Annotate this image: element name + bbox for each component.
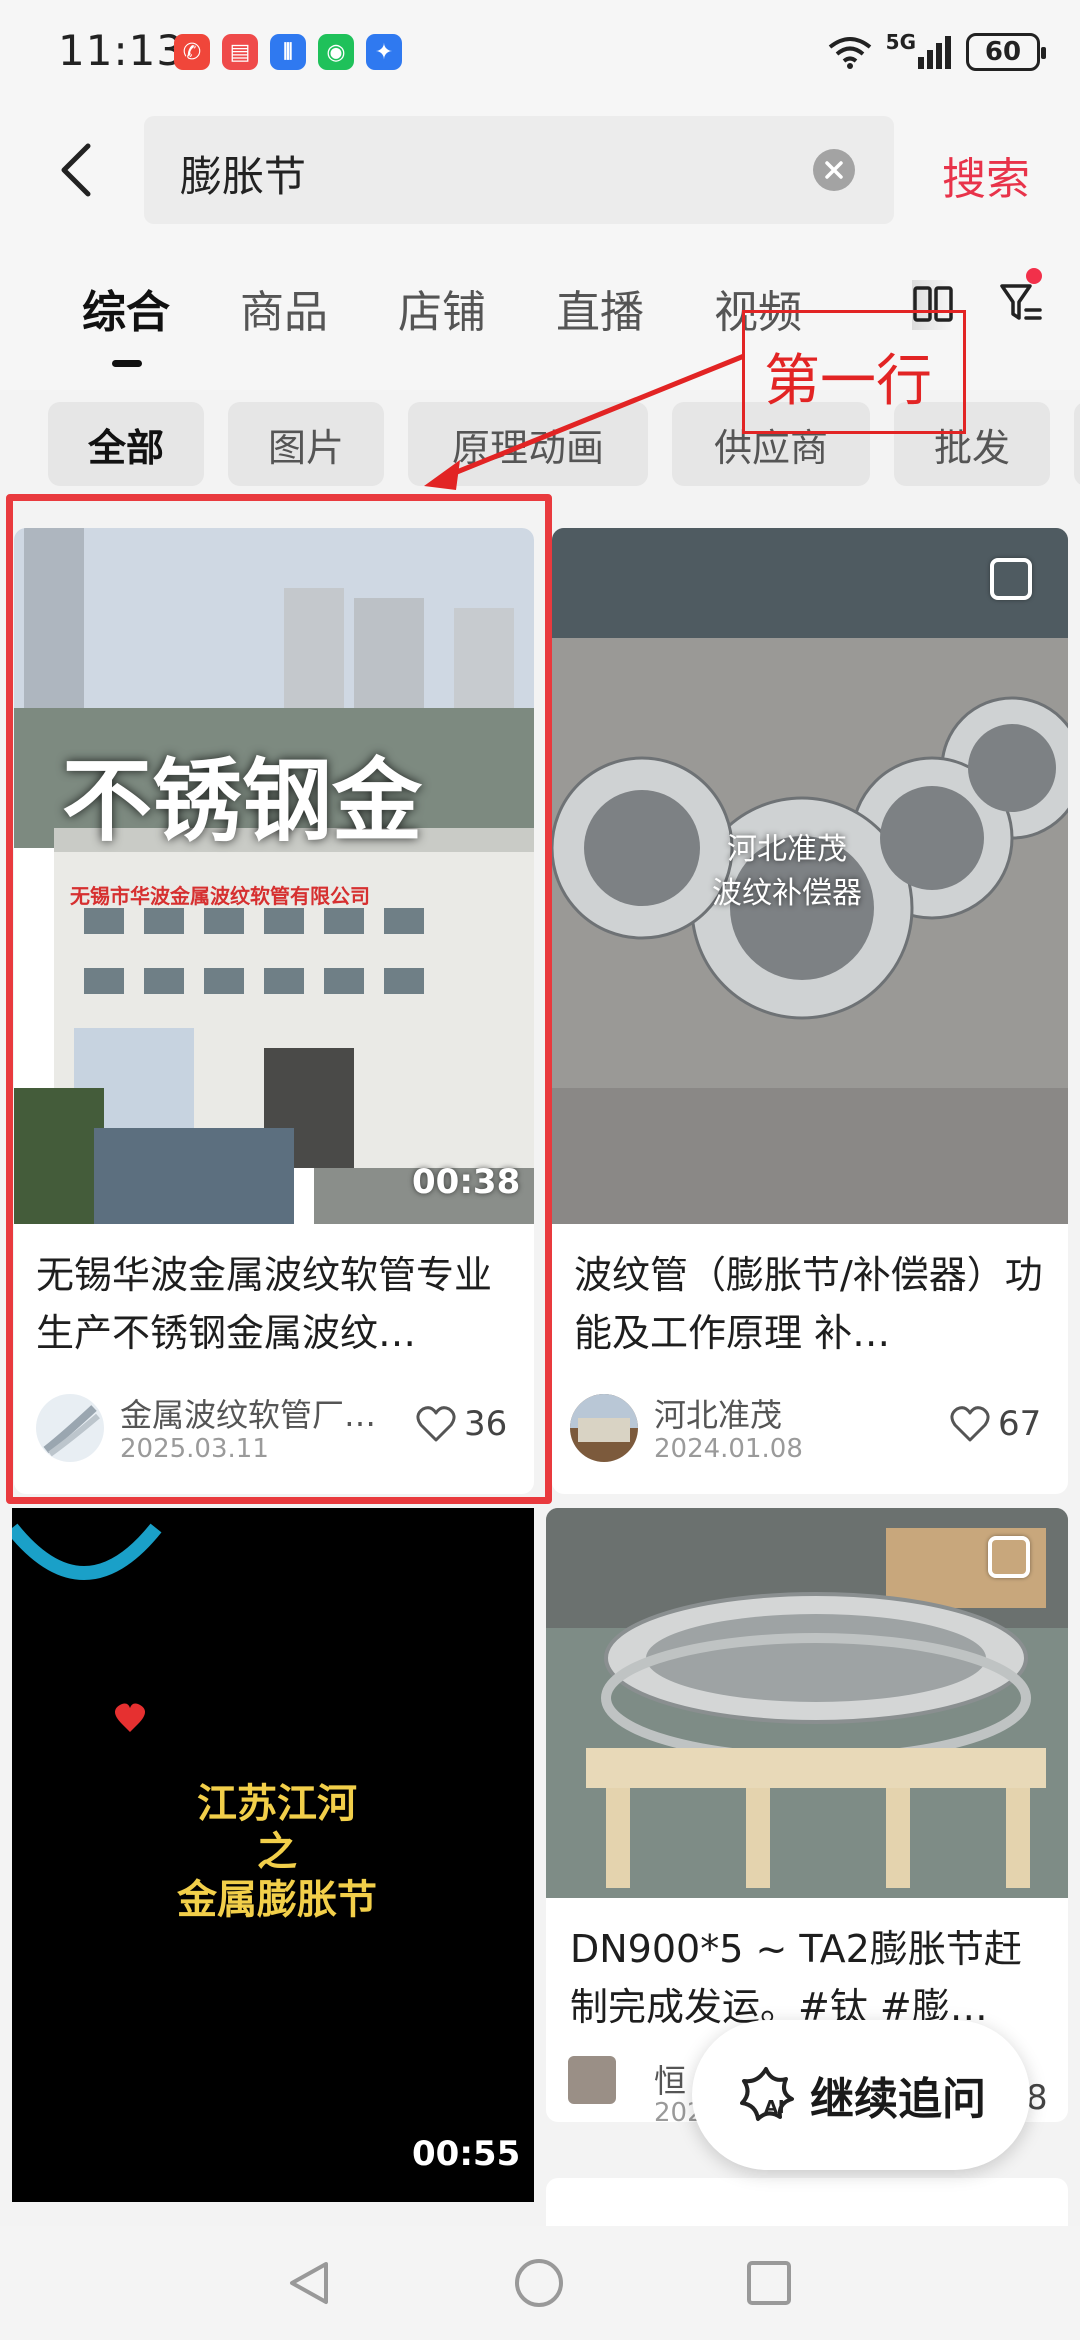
bulb-app-icon: ✦ <box>366 34 402 70</box>
battery-indicator: 60 <box>966 33 1046 71</box>
chip-all[interactable]: 全部 <box>48 402 204 486</box>
card-4-title[interactable]: DN900*5 ~ TA2膨胀节赶制完成发运。#钛 #膨… <box>570 1920 1050 2036</box>
network-type: 5G <box>885 30 916 54</box>
result-card-3[interactable]: 江苏江河 之 金属膨胀节 00:55 <box>12 1508 534 2202</box>
annotation-label: 第一行 <box>764 349 932 414</box>
highlight-first-row <box>6 494 552 1504</box>
chip-principle-animation[interactable]: 原理动画 <box>408 402 648 486</box>
heart-icon[interactable] <box>950 1405 990 1443</box>
active-tab-indicator <box>112 360 142 367</box>
nav-back-icon[interactable] <box>282 2256 336 2310</box>
ai-sparkle-icon: AI <box>740 2067 794 2121</box>
search-button[interactable]: 搜索 <box>942 143 1030 207</box>
card-2-like-count: 67 <box>998 1404 1042 1444</box>
nav-recents-icon[interactable] <box>744 2258 794 2308</box>
card-2-author-name[interactable]: 河北准茂 <box>654 1390 782 1436</box>
filter-icon[interactable] <box>998 280 1044 326</box>
call-app-icon: ✆ <box>174 34 210 70</box>
search-query[interactable]: 膨胀节 <box>180 143 306 204</box>
nav-home-icon[interactable] <box>512 2256 566 2310</box>
continue-asking-label[interactable]: 继续追问 <box>810 2063 986 2127</box>
chip-overflow[interactable] <box>1074 402 1080 486</box>
card-3-duration: 00:55 <box>412 2134 521 2174</box>
card-2-overlay-text: 河北准茂 波纹补偿器 <box>712 832 862 911</box>
card-2-author-avatar[interactable] <box>570 1394 638 1462</box>
card-4-author-name[interactable]: 恒 <box>654 2056 686 2102</box>
wechat-app-icon: ◉ <box>318 34 354 70</box>
card-2-select-checkbox[interactable] <box>990 558 1032 600</box>
card-4-select-checkbox[interactable] <box>988 1536 1030 1578</box>
card-2-title[interactable]: 波纹管（膨胀节/补偿器）功能及工作原理 补… <box>574 1246 1050 1362</box>
continue-asking-button[interactable]: AI 继续追问 <box>692 2020 1030 2170</box>
tab-shangpin[interactable]: 商品 <box>240 276 328 340</box>
book-app-icon: ▤ <box>222 34 258 70</box>
card-2-date: 2024.01.08 <box>654 1434 803 1464</box>
status-time: 11:13 <box>58 26 185 75</box>
status-right: 5G 60 <box>828 28 1046 76</box>
battery-level: 60 <box>984 37 1022 67</box>
wifi-icon <box>828 37 871 69</box>
chip-images[interactable]: 图片 <box>228 402 384 486</box>
clear-search-icon[interactable] <box>813 149 855 191</box>
ai-icon-label: AI <box>764 2097 785 2118</box>
filter-badge-dot <box>1026 268 1042 284</box>
card-2-like[interactable]: 67 <box>950 1404 1041 1444</box>
tab-dianpu[interactable]: 店铺 <box>398 276 486 340</box>
tab-zhibo[interactable]: 直播 <box>556 276 644 340</box>
back-arrow-icon[interactable] <box>50 140 110 200</box>
tab-zonghe[interactable]: 综合 <box>82 276 170 340</box>
voice-app-icon: ⦀ <box>270 34 306 70</box>
signal-icon <box>918 36 951 69</box>
result-card-2[interactable]: 河北准茂 波纹补偿器 波纹管（膨胀节/补偿器）功能及工作原理 补… 河北准茂 2… <box>552 528 1068 1494</box>
card-3-overlay-text: 江苏江河 之 金属膨胀节 <box>177 1781 377 1923</box>
card-4-author-avatar[interactable] <box>568 2056 616 2104</box>
